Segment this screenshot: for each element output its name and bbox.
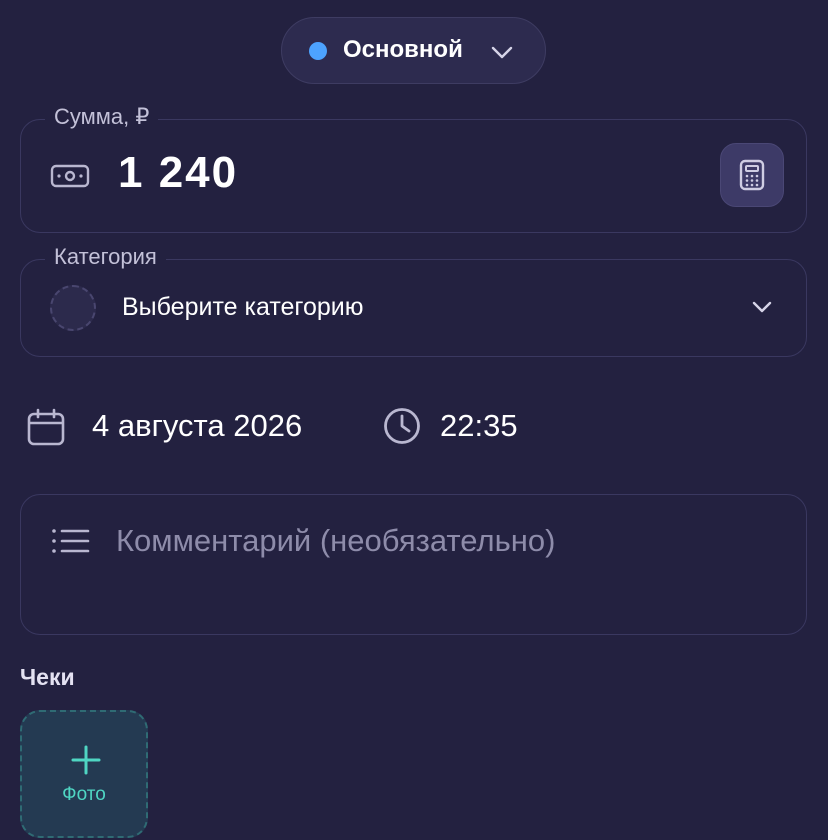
plus-icon — [71, 745, 101, 775]
account-selector[interactable]: Основной — [281, 17, 546, 84]
add-photo-button[interactable]: Фото — [20, 710, 148, 838]
calendar-icon[interactable] — [26, 407, 66, 447]
comment-field[interactable] — [20, 494, 807, 635]
calculator-icon — [739, 159, 765, 191]
add-photo-label: Фото — [62, 784, 106, 805]
category-placeholder: Выберите категорию — [122, 293, 364, 321]
comment-placeholder: Комментарий (необязательно) — [116, 523, 556, 558]
category-label: Категория — [45, 244, 166, 270]
receipts-heading: Чеки — [20, 664, 75, 690]
account-color-dot — [309, 42, 327, 60]
account-name: Основной — [343, 36, 463, 63]
calculator-button[interactable] — [720, 143, 784, 207]
time-picker[interactable]: 22:35 — [440, 408, 518, 444]
amount-input[interactable]: 1 240 — [118, 148, 238, 198]
category-avatar-placeholder — [50, 285, 96, 331]
amount-label: Сумма, ₽ — [45, 104, 159, 130]
money-icon — [50, 164, 90, 188]
clock-icon[interactable] — [382, 406, 422, 446]
chevron-down-icon — [752, 301, 772, 313]
list-icon — [52, 529, 90, 553]
date-picker[interactable]: 4 августа 2026 — [92, 408, 302, 444]
chevron-down-icon — [491, 46, 513, 59]
